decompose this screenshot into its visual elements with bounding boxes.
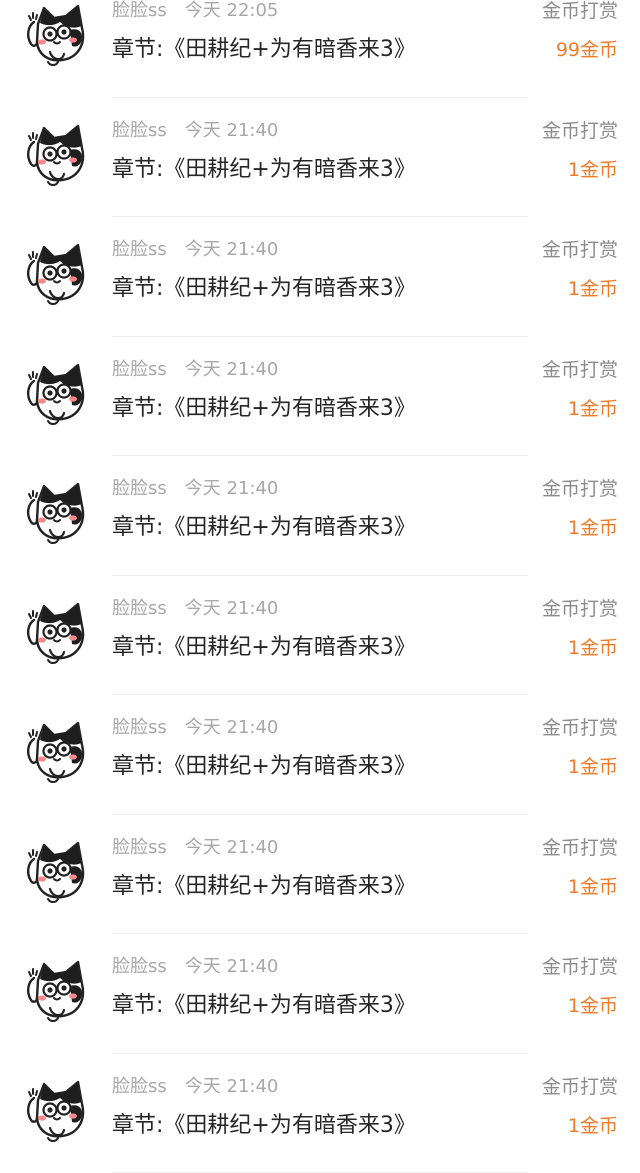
reward-amount: 99金币 [556, 36, 618, 64]
timestamp: 今天 21:40 [185, 598, 279, 619]
username[interactable]: 脸脸ss [112, 0, 167, 21]
chapter-title: 章节:《田耕纪+为有暗香来3》 [112, 273, 416, 305]
cat-avatar-icon[interactable] [20, 598, 92, 670]
list-item[interactable]: 脸脸ss 今天 21:40 章节:《田耕纪+为有暗香来3》 金币打赏 1金币 [0, 337, 640, 457]
username[interactable]: 脸脸ss [112, 717, 167, 738]
chapter-title: 章节:《田耕纪+为有暗香来3》 [112, 751, 416, 783]
cat-avatar-icon[interactable] [20, 0, 92, 72]
cat-avatar-icon[interactable] [20, 239, 92, 311]
reward-amount: 1金币 [568, 753, 618, 781]
chapter-title: 章节:《田耕纪+为有暗香来3》 [112, 393, 416, 425]
reward-type: 金币打赏 [542, 118, 618, 144]
list-item[interactable]: 脸脸ss 今天 21:40 章节:《田耕纪+为有暗香来3》 金币打赏 1金币 [0, 217, 640, 337]
list-item[interactable]: 脸脸ss 今天 22:05 章节:《田耕纪+为有暗香来3》 金币打赏 99金币 [0, 0, 640, 98]
list-item[interactable]: 脸脸ss 今天 21:40 章节:《田耕纪+为有暗香来3》 金币打赏 1金币 [0, 98, 640, 218]
reward-amount: 1金币 [568, 634, 618, 662]
reward-type: 金币打赏 [542, 596, 618, 622]
record-meta: 脸脸ss 今天 21:40 [112, 715, 278, 741]
list-item[interactable]: 脸脸ss 今天 21:40 章节:《田耕纪+为有暗香来3》 金币打赏 1金币 [0, 576, 640, 696]
reward-type: 金币打赏 [542, 1074, 618, 1100]
cat-avatar-icon[interactable] [20, 837, 92, 909]
timestamp: 今天 21:40 [185, 837, 279, 858]
cat-avatar-icon[interactable] [20, 956, 92, 1028]
record-meta: 脸脸ss 今天 21:40 [112, 954, 278, 980]
username[interactable]: 脸脸ss [112, 956, 167, 977]
timestamp: 今天 22:05 [185, 0, 279, 21]
reward-type: 金币打赏 [542, 954, 618, 980]
chapter-title: 章节:《田耕纪+为有暗香来3》 [112, 512, 416, 544]
cat-avatar-icon[interactable] [20, 120, 92, 192]
reward-type: 金币打赏 [542, 476, 618, 502]
chapter-title: 章节:《田耕纪+为有暗香来3》 [112, 632, 416, 664]
chapter-title: 章节:《田耕纪+为有暗香来3》 [112, 154, 416, 186]
reward-record-list: 脸脸ss 今天 22:05 章节:《田耕纪+为有暗香来3》 金币打赏 99金币 脸… [0, 0, 640, 1173]
cat-avatar-icon[interactable] [20, 359, 92, 431]
record-meta: 脸脸ss 今天 21:40 [112, 118, 278, 144]
timestamp: 今天 21:40 [185, 1076, 279, 1097]
timestamp: 今天 21:40 [185, 359, 279, 380]
username[interactable]: 脸脸ss [112, 837, 167, 858]
username[interactable]: 脸脸ss [112, 120, 167, 141]
reward-amount: 1金币 [568, 156, 618, 184]
timestamp: 今天 21:40 [185, 120, 279, 141]
chapter-title: 章节:《田耕纪+为有暗香来3》 [112, 871, 416, 903]
reward-amount: 1金币 [568, 514, 618, 542]
record-meta: 脸脸ss 今天 21:40 [112, 1074, 278, 1100]
list-item[interactable]: 脸脸ss 今天 21:40 章节:《田耕纪+为有暗香来3》 金币打赏 1金币 [0, 456, 640, 576]
chapter-title: 章节:《田耕纪+为有暗香来3》 [112, 34, 416, 66]
record-meta: 脸脸ss 今天 21:40 [112, 476, 278, 502]
chapter-title: 章节:《田耕纪+为有暗香来3》 [112, 1110, 416, 1142]
cat-avatar-icon[interactable] [20, 1076, 92, 1148]
reward-type: 金币打赏 [542, 715, 618, 741]
username[interactable]: 脸脸ss [112, 239, 167, 260]
timestamp: 今天 21:40 [185, 239, 279, 260]
reward-amount: 1金币 [568, 992, 618, 1020]
timestamp: 今天 21:40 [185, 717, 279, 738]
cat-avatar-icon[interactable] [20, 717, 92, 789]
username[interactable]: 脸脸ss [112, 359, 167, 380]
record-meta: 脸脸ss 今天 21:40 [112, 835, 278, 861]
reward-type: 金币打赏 [542, 357, 618, 383]
list-item[interactable]: 脸脸ss 今天 21:40 章节:《田耕纪+为有暗香来3》 金币打赏 1金币 [0, 1054, 640, 1173]
reward-type: 金币打赏 [542, 0, 618, 24]
cat-avatar-icon[interactable] [20, 478, 92, 550]
username[interactable]: 脸脸ss [112, 598, 167, 619]
reward-amount: 1金币 [568, 275, 618, 303]
list-item[interactable]: 脸脸ss 今天 21:40 章节:《田耕纪+为有暗香来3》 金币打赏 1金币 [0, 695, 640, 815]
reward-type: 金币打赏 [542, 237, 618, 263]
timestamp: 今天 21:40 [185, 478, 279, 499]
record-meta: 脸脸ss 今天 21:40 [112, 237, 278, 263]
username[interactable]: 脸脸ss [112, 1076, 167, 1097]
reward-type: 金币打赏 [542, 835, 618, 861]
record-meta: 脸脸ss 今天 21:40 [112, 596, 278, 622]
reward-amount: 1金币 [568, 1112, 618, 1140]
record-meta: 脸脸ss 今天 21:40 [112, 357, 278, 383]
timestamp: 今天 21:40 [185, 956, 279, 977]
username[interactable]: 脸脸ss [112, 478, 167, 499]
list-item[interactable]: 脸脸ss 今天 21:40 章节:《田耕纪+为有暗香来3》 金币打赏 1金币 [0, 934, 640, 1054]
chapter-title: 章节:《田耕纪+为有暗香来3》 [112, 990, 416, 1022]
record-meta: 脸脸ss 今天 22:05 [112, 0, 278, 24]
reward-amount: 1金币 [568, 395, 618, 423]
reward-amount: 1金币 [568, 873, 618, 901]
list-item[interactable]: 脸脸ss 今天 21:40 章节:《田耕纪+为有暗香来3》 金币打赏 1金币 [0, 815, 640, 935]
